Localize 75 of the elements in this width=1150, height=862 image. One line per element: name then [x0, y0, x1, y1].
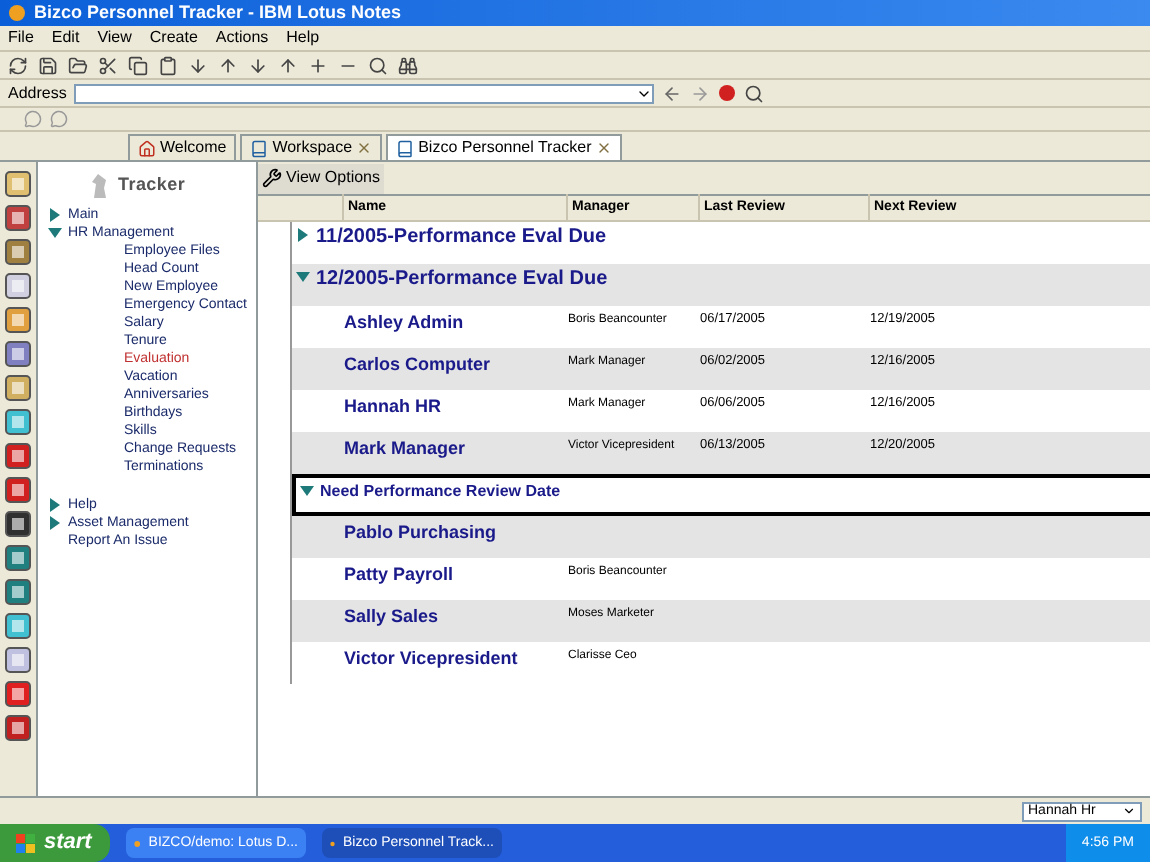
toolbar-button-icon[interactable] — [218, 55, 238, 75]
expanded-triangle-icon[interactable] — [48, 226, 62, 240]
toolbar-button-icon[interactable] — [248, 55, 268, 75]
window-title: Bizco Personnel Tracker - IBM Lotus Notes — [34, 4, 402, 22]
menu-item[interactable]: Actions — [215, 30, 269, 46]
menu-item[interactable]: View — [97, 30, 132, 46]
tab[interactable]: Workspace — [240, 134, 383, 160]
employee-name[interactable]: Pablo Purchasing — [344, 524, 568, 542]
toolbar-button-icon[interactable] — [308, 55, 328, 75]
windows-logo-icon — [16, 833, 36, 853]
view-options-button[interactable]: View Options — [258, 163, 384, 193]
employee-name[interactable]: Victor Vicepresident — [344, 650, 568, 668]
toolbar-button-icon[interactable] — [38, 55, 58, 75]
bookmark-icon[interactable] — [4, 612, 32, 640]
close-icon[interactable] — [595, 140, 612, 156]
toolbar-button-icon[interactable] — [398, 55, 418, 75]
toolbar-button-icon[interactable] — [188, 55, 208, 75]
collapsed-triangle-icon[interactable] — [296, 228, 310, 242]
bookmark-icon[interactable] — [4, 544, 32, 572]
bookmark-icon[interactable] — [4, 170, 32, 198]
bookmark-icon[interactable] — [4, 646, 32, 674]
bookmark-icon[interactable] — [4, 272, 32, 300]
menu-item[interactable]: Create — [149, 30, 198, 46]
search-icon[interactable] — [744, 83, 765, 103]
bookmark-icon[interactable] — [4, 680, 32, 708]
bookmark-icon[interactable] — [4, 374, 32, 402]
toolbar-button-icon[interactable] — [158, 55, 178, 75]
app-logo-icon — [8, 4, 26, 22]
bookmark-icon[interactable] — [4, 204, 32, 232]
book-icon — [396, 139, 415, 157]
toolbar-button-icon[interactable] — [368, 55, 388, 75]
employee-name[interactable]: Patty Payroll — [344, 566, 568, 584]
category-row[interactable]: Need Performance Review Date — [292, 474, 1150, 516]
book-icon — [250, 139, 269, 157]
menu-item[interactable]: Edit — [51, 30, 80, 46]
home-icon — [138, 139, 156, 157]
tab[interactable]: Welcome — [128, 134, 237, 160]
navigator-title: Tracker — [118, 172, 186, 199]
employee-name[interactable]: Carlos Computer — [344, 356, 568, 374]
employee-name[interactable]: Ashley Admin — [344, 314, 568, 332]
toolbar-button-icon[interactable] — [98, 55, 118, 75]
expanded-triangle-icon[interactable] — [296, 270, 310, 284]
toolbar-button-icon[interactable] — [128, 55, 148, 75]
bookmark-icon[interactable] — [4, 340, 32, 368]
back-icon[interactable] — [662, 83, 683, 103]
collapsed-triangle-icon[interactable] — [48, 208, 62, 222]
bookmark-icon[interactable] — [4, 476, 32, 504]
toolbar-button-icon[interactable] — [68, 55, 88, 75]
bookmark-icon[interactable] — [4, 408, 32, 436]
bookmark-icon[interactable] — [4, 714, 32, 742]
toolbar-button-icon[interactable] — [278, 55, 298, 75]
employee-name[interactable]: Sally Sales — [344, 608, 568, 626]
address-field[interactable] — [74, 83, 655, 103]
expanded-triangle-icon[interactable] — [300, 484, 314, 498]
toolbar-button-icon[interactable] — [8, 55, 28, 75]
menu-item[interactable]: Help — [286, 30, 320, 46]
bookmark-icon[interactable] — [4, 238, 32, 266]
wrench-icon — [262, 168, 282, 188]
stop-icon[interactable] — [718, 84, 737, 102]
app-logo-icon — [134, 835, 141, 851]
employee-name[interactable]: Hannah HR — [344, 398, 568, 416]
close-icon[interactable] — [356, 140, 373, 156]
category-row[interactable]: 12/2005-Performance Eval Due — [292, 264, 1150, 306]
collapsed-triangle-icon[interactable] — [48, 498, 62, 512]
bookmark-icon[interactable] — [4, 510, 32, 538]
employee-name[interactable]: Mark Manager — [344, 440, 568, 458]
collapsed-triangle-icon[interactable] — [48, 516, 62, 530]
start-button[interactable]: start — [0, 824, 110, 862]
chess-knight-icon — [90, 173, 110, 199]
tab[interactable]: Bizco Personnel Tracker — [386, 134, 622, 160]
address-label: Address — [8, 85, 67, 101]
bookmark-icon[interactable] — [4, 306, 32, 334]
menu-item[interactable]: File — [8, 30, 34, 46]
bookmark-icon[interactable] — [4, 442, 32, 470]
bookmark-icon[interactable] — [4, 578, 32, 606]
